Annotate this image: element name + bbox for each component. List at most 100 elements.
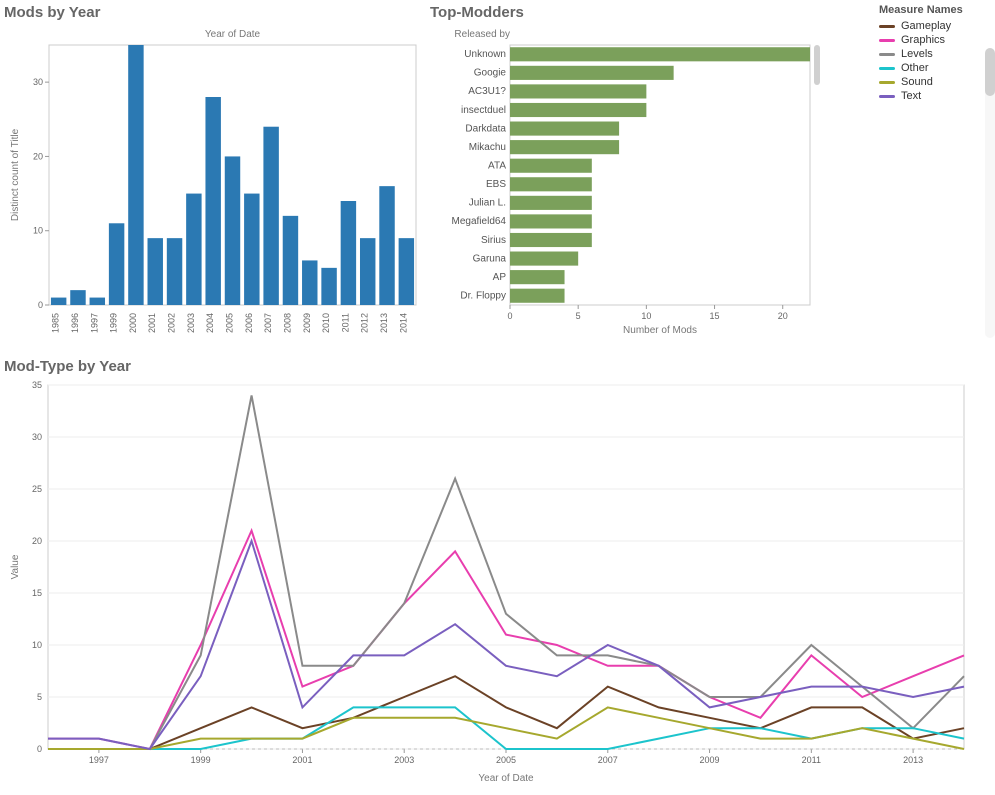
svg-text:0: 0 bbox=[507, 311, 512, 321]
bar[interactable] bbox=[510, 289, 565, 303]
scrollbar-track[interactable] bbox=[985, 48, 995, 338]
legend-item[interactable]: Text bbox=[879, 90, 989, 102]
svg-text:2011: 2011 bbox=[340, 313, 350, 332]
bar[interactable] bbox=[341, 201, 356, 305]
legend-item[interactable]: Levels bbox=[879, 48, 989, 60]
bar[interactable] bbox=[510, 47, 810, 61]
bar[interactable] bbox=[510, 66, 674, 80]
svg-text:0: 0 bbox=[38, 300, 43, 310]
chart-title: Mod-Type by Year bbox=[4, 358, 974, 375]
svg-text:15: 15 bbox=[710, 311, 720, 321]
bar[interactable] bbox=[128, 45, 143, 305]
legend-swatch bbox=[879, 81, 895, 84]
chart-title: Mods by Year bbox=[4, 4, 424, 21]
bar[interactable] bbox=[510, 214, 592, 228]
bar[interactable] bbox=[510, 270, 565, 284]
bar[interactable] bbox=[510, 233, 592, 247]
bar[interactable] bbox=[225, 156, 240, 305]
legend: Measure Names Gameplay Graphics Levels Othe… bbox=[879, 4, 989, 104]
svg-text:Darkdata: Darkdata bbox=[465, 123, 506, 134]
bar[interactable] bbox=[321, 268, 336, 305]
legend-label: Levels bbox=[901, 48, 933, 60]
svg-text:Released by: Released by bbox=[454, 29, 510, 40]
legend-swatch bbox=[879, 25, 895, 28]
svg-text:30: 30 bbox=[32, 432, 42, 442]
svg-text:Julian L.: Julian L. bbox=[469, 198, 506, 209]
legend-item[interactable]: Gameplay bbox=[879, 20, 989, 32]
svg-text:Sirius: Sirius bbox=[481, 235, 506, 246]
bar[interactable] bbox=[283, 216, 298, 305]
bar[interactable] bbox=[205, 97, 220, 305]
svg-text:2011: 2011 bbox=[802, 755, 821, 765]
bar[interactable] bbox=[510, 103, 646, 117]
bar[interactable] bbox=[70, 290, 85, 305]
svg-text:Number of Mods: Number of Mods bbox=[623, 325, 697, 336]
bar[interactable] bbox=[109, 223, 124, 305]
svg-text:ATA: ATA bbox=[488, 161, 506, 172]
svg-text:35: 35 bbox=[32, 380, 42, 390]
bar[interactable] bbox=[510, 196, 592, 210]
svg-text:Dr. Floppy: Dr. Floppy bbox=[460, 291, 506, 302]
bar[interactable] bbox=[399, 238, 414, 305]
svg-text:2003: 2003 bbox=[394, 755, 414, 765]
svg-text:Year of Date: Year of Date bbox=[478, 773, 534, 784]
bar[interactable] bbox=[186, 194, 201, 305]
legend-swatch bbox=[879, 95, 895, 98]
svg-text:2013: 2013 bbox=[379, 313, 389, 333]
svg-text:2001: 2001 bbox=[292, 755, 312, 765]
svg-text:20: 20 bbox=[33, 151, 43, 161]
svg-text:2002: 2002 bbox=[167, 313, 177, 333]
svg-text:2001: 2001 bbox=[147, 313, 157, 333]
svg-text:Googie: Googie bbox=[474, 68, 507, 79]
svg-text:10: 10 bbox=[33, 226, 43, 236]
legend-label: Text bbox=[901, 90, 921, 102]
svg-text:1996: 1996 bbox=[70, 313, 80, 333]
svg-text:2010: 2010 bbox=[321, 313, 331, 333]
chart-title: Top-Modders bbox=[430, 4, 830, 21]
legend-label: Other bbox=[901, 62, 929, 74]
chart-mod-type-by-year: Mod-Type by Year 05101520253035199719992… bbox=[4, 358, 974, 789]
svg-text:AC3U1?: AC3U1? bbox=[468, 86, 506, 97]
legend-item[interactable]: Other bbox=[879, 62, 989, 74]
bar[interactable] bbox=[263, 127, 278, 305]
svg-text:Megafield64: Megafield64 bbox=[452, 216, 507, 227]
svg-text:Year of Date: Year of Date bbox=[205, 29, 261, 40]
bar[interactable] bbox=[360, 238, 375, 305]
svg-text:1997: 1997 bbox=[89, 755, 109, 765]
inner-scrollbar-thumb[interactable] bbox=[814, 45, 820, 85]
bar[interactable] bbox=[90, 298, 105, 305]
bar[interactable] bbox=[510, 252, 578, 266]
bar[interactable] bbox=[510, 159, 592, 173]
legend-swatch bbox=[879, 53, 895, 56]
svg-text:1985: 1985 bbox=[51, 313, 61, 333]
bar[interactable] bbox=[510, 84, 646, 98]
legend-label: Graphics bbox=[901, 34, 945, 46]
svg-text:insectduel: insectduel bbox=[461, 105, 506, 116]
svg-text:0: 0 bbox=[37, 744, 42, 754]
svg-text:2005: 2005 bbox=[225, 313, 235, 333]
bar[interactable] bbox=[302, 260, 317, 305]
bar[interactable] bbox=[379, 186, 394, 305]
bar[interactable] bbox=[167, 238, 182, 305]
scrollbar-thumb[interactable] bbox=[985, 48, 995, 96]
bar[interactable] bbox=[51, 298, 66, 305]
svg-text:2008: 2008 bbox=[282, 313, 292, 333]
bar[interactable] bbox=[244, 194, 259, 305]
chart-top-modders: Top-Modders Released by Unknown Googie AC3U… bbox=[430, 4, 830, 341]
bar[interactable] bbox=[510, 140, 619, 154]
legend-item[interactable]: Graphics bbox=[879, 34, 989, 46]
svg-text:2007: 2007 bbox=[598, 755, 618, 765]
legend-title: Measure Names bbox=[879, 4, 989, 16]
legend-item[interactable]: Sound bbox=[879, 76, 989, 88]
chart-mods-by-year: Mods by Year Year of Date0102030Distinct… bbox=[4, 4, 424, 361]
svg-text:30: 30 bbox=[33, 77, 43, 87]
bar[interactable] bbox=[510, 122, 619, 136]
bar[interactable] bbox=[148, 238, 163, 305]
svg-text:25: 25 bbox=[32, 484, 42, 494]
svg-text:2007: 2007 bbox=[263, 313, 273, 333]
svg-text:Value: Value bbox=[10, 554, 21, 579]
svg-text:Mikachu: Mikachu bbox=[469, 142, 506, 153]
line-chart-svg: 0510152025303519971999200120032005200720… bbox=[4, 375, 974, 789]
bar[interactable] bbox=[510, 177, 592, 191]
svg-text:Unknown: Unknown bbox=[464, 49, 506, 60]
